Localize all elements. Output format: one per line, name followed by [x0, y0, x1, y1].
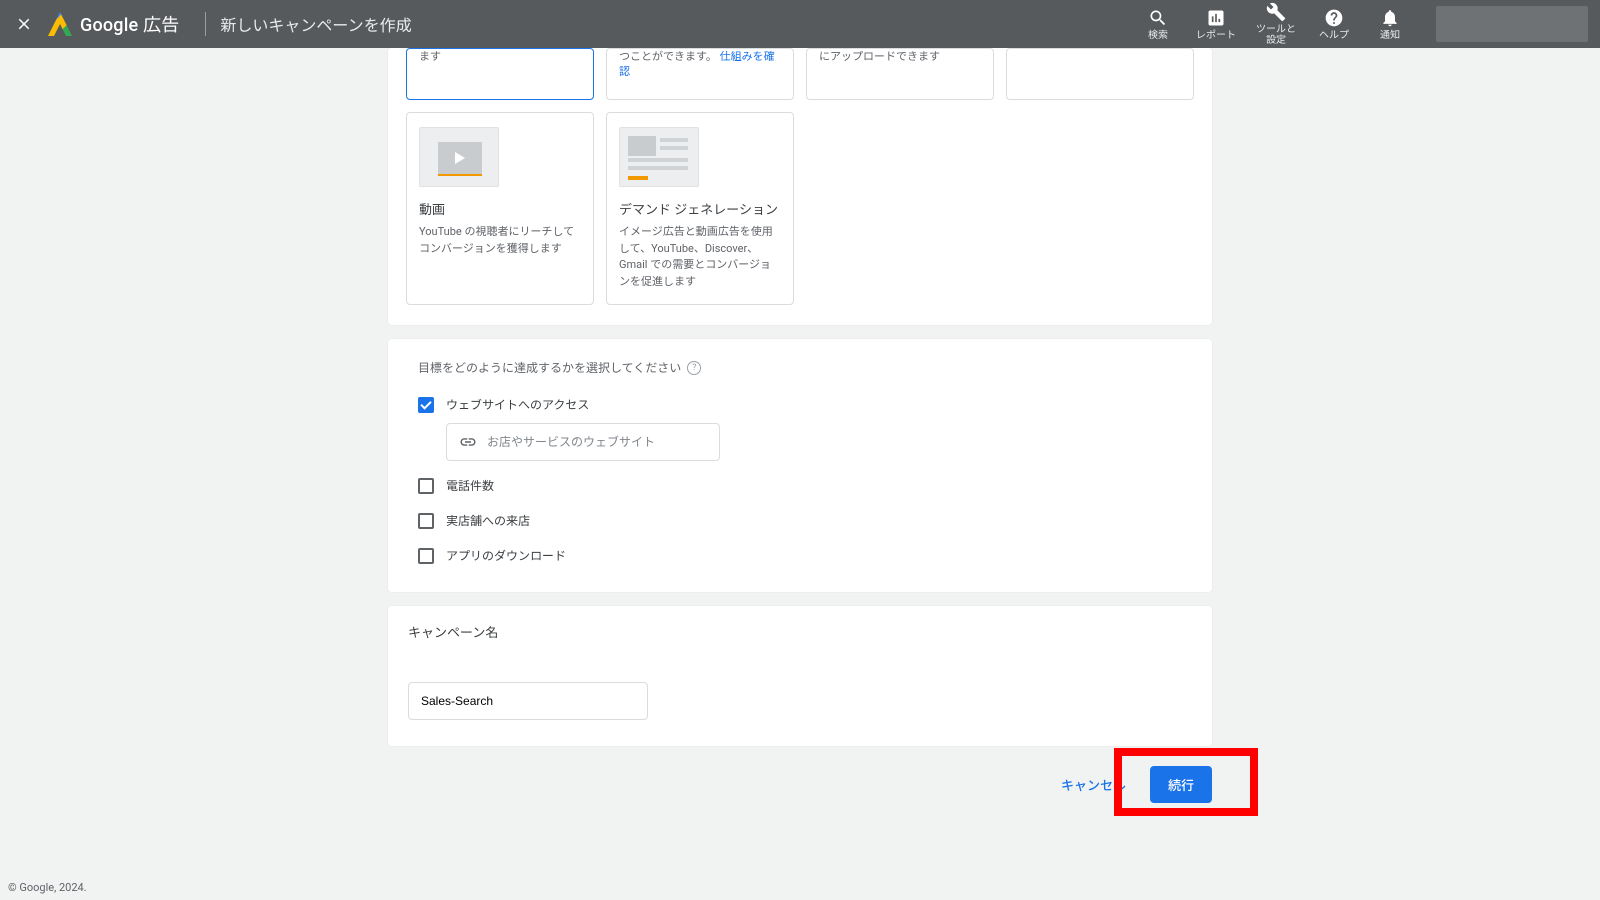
campaign-type-panel: ます つことができます。 仕組みを確認 にアップロードできます 動画 YouTu…: [388, 48, 1212, 325]
search-icon: [1148, 8, 1168, 28]
card-title: デマンド ジェネレーション: [619, 199, 781, 218]
help-label: ヘルプ: [1319, 30, 1349, 41]
card-title: 動画: [419, 199, 581, 218]
cancel-button[interactable]: キャンセル: [1051, 767, 1136, 802]
notifications-button[interactable]: 通知: [1372, 8, 1408, 41]
footer-buttons: キャンセル 続行: [388, 760, 1212, 809]
product-name-suffix: 広告: [138, 15, 179, 36]
close-button[interactable]: [12, 12, 36, 36]
product-name-prefix: Google: [80, 15, 138, 36]
ads-logo-icon: [48, 12, 72, 36]
card-desc-partial: にアップロードできます: [819, 50, 940, 63]
goal-option-label: 実店舗への来店: [446, 512, 530, 529]
checkbox-icon[interactable]: [418, 478, 434, 494]
continue-button[interactable]: 続行: [1150, 766, 1212, 803]
website-url-input[interactable]: [487, 435, 707, 449]
reports-button[interactable]: レポート: [1196, 8, 1236, 41]
checkbox-icon[interactable]: [418, 397, 434, 413]
goal-option-label: ウェブサイトへのアクセス: [446, 396, 589, 413]
account-selector[interactable]: [1436, 6, 1588, 42]
demand-gen-thumbnail-icon: [619, 127, 699, 187]
notifications-label: 通知: [1380, 30, 1400, 41]
link-icon: [459, 433, 477, 451]
copyright-footer: © Google, 2024.: [8, 881, 87, 894]
website-url-field[interactable]: [446, 423, 720, 461]
goal-option-label: アプリのダウンロード: [446, 547, 566, 564]
goal-option-label: 電話件数: [446, 477, 494, 494]
goal-heading: 目標をどのように達成するかを選択してください: [418, 359, 681, 376]
search-button[interactable]: 検索: [1140, 8, 1176, 41]
tools-label: ツールと 設定: [1256, 24, 1296, 46]
page-title: 新しいキャンペーンを作成: [220, 12, 411, 36]
campaign-type-card[interactable]: にアップロードできます: [806, 48, 994, 100]
checkbox-icon[interactable]: [418, 513, 434, 529]
goal-option-phone[interactable]: 電話件数: [418, 471, 1182, 500]
campaign-name-heading: キャンペーン名: [388, 606, 1212, 657]
campaign-name-input[interactable]: [408, 682, 648, 720]
bar-chart-icon: [1206, 8, 1226, 28]
campaign-type-card[interactable]: [1006, 48, 1194, 100]
goal-option-website[interactable]: ウェブサイトへのアクセス: [418, 390, 1182, 419]
header-actions: 検索 レポート ツールと 設定 ヘルプ 通知: [1140, 2, 1588, 46]
reports-label: レポート: [1196, 30, 1236, 41]
goal-option-app[interactable]: アプリのダウンロード: [418, 541, 1182, 570]
campaign-type-card[interactable]: つことができます。 仕組みを確認: [606, 48, 794, 100]
campaign-type-video-card[interactable]: 動画 YouTube の視聴者にリーチしてコンバージョンを獲得します: [406, 112, 594, 305]
goal-option-store[interactable]: 実店舗への来店: [418, 506, 1182, 535]
product-logo: Google 広告: [48, 11, 179, 37]
goal-achievement-panel: 目標をどのように達成するかを選択してください ? ウェブサイトへのアクセス 電話…: [388, 339, 1212, 592]
campaign-type-card[interactable]: ます: [406, 48, 594, 100]
help-icon[interactable]: ?: [687, 361, 701, 375]
tools-button[interactable]: ツールと 設定: [1256, 2, 1296, 46]
campaign-name-panel: キャンペーン名: [388, 606, 1212, 746]
bell-icon: [1380, 8, 1400, 28]
card-desc-partial: つことができます。: [619, 50, 720, 63]
help-button[interactable]: ヘルプ: [1316, 8, 1352, 41]
card-desc: イメージ広告と動画広告を使用して、YouTube、Discover、Gmail …: [619, 224, 781, 290]
search-label: 検索: [1148, 30, 1168, 41]
campaign-type-demand-card[interactable]: デマンド ジェネレーション イメージ広告と動画広告を使用して、YouTube、D…: [606, 112, 794, 305]
card-desc-partial: ます: [419, 50, 441, 63]
card-desc: YouTube の視聴者にリーチしてコンバージョンを獲得します: [419, 224, 581, 257]
checkbox-icon[interactable]: [418, 548, 434, 564]
wrench-icon: [1266, 2, 1286, 22]
help-icon: [1324, 8, 1344, 28]
video-thumbnail-icon: [419, 127, 499, 187]
app-header: Google 広告 新しいキャンペーンを作成 検索 レポート ツールと 設定 ヘ…: [0, 0, 1600, 48]
header-separator: [205, 12, 206, 36]
